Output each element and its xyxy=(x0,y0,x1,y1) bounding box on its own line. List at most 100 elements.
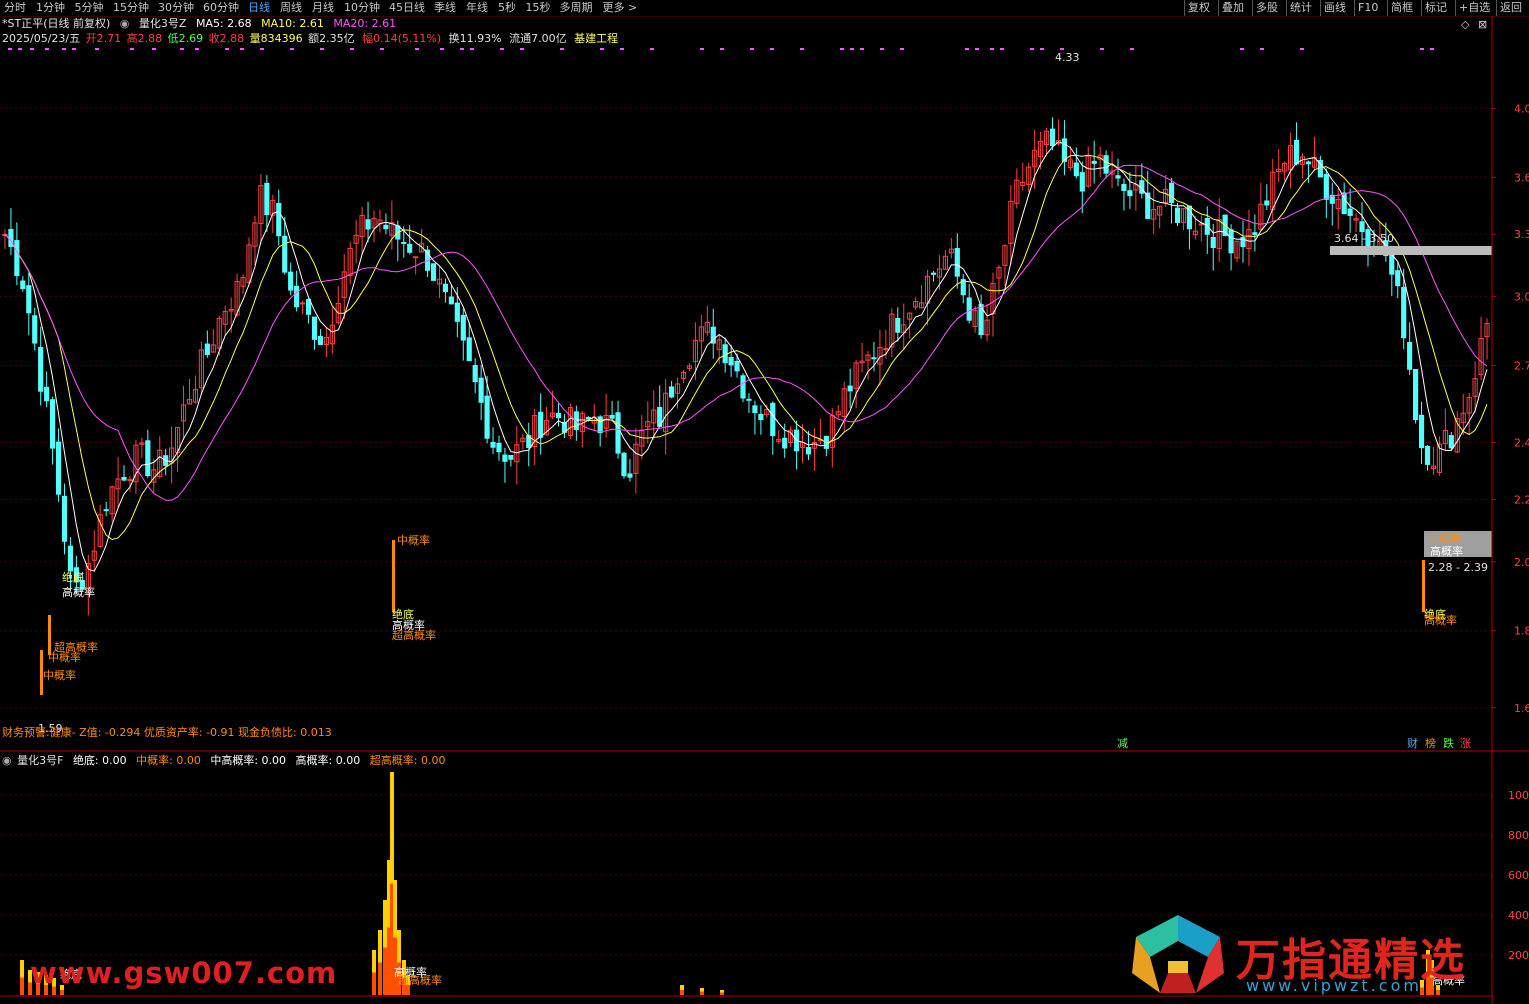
candle-body xyxy=(282,235,288,273)
overlays xyxy=(8,48,1492,695)
candle-body xyxy=(478,377,484,403)
flag-cai[interactable]: 财 xyxy=(1406,737,1419,751)
candle-body xyxy=(484,395,490,439)
signal-zhong-2: 中概率 xyxy=(43,669,76,682)
candle-body xyxy=(1103,155,1109,174)
candle-body xyxy=(1210,237,1216,248)
histogram-bar-lower xyxy=(700,991,704,995)
sub-tick-label-2: 600 xyxy=(1508,869,1529,882)
candle-body xyxy=(1091,160,1097,164)
sub-indicator-name[interactable]: 量化3号F xyxy=(17,754,63,767)
price-tick-label-5: 2.4 xyxy=(1514,437,1529,450)
marker-dot xyxy=(850,48,854,50)
sub-juedi: 绝底: 0.00 xyxy=(72,754,127,767)
candle-body xyxy=(1323,174,1329,200)
candle-body xyxy=(752,405,758,414)
candle-body xyxy=(496,442,502,453)
sub-collapse-icon[interactable]: ◉ xyxy=(2,754,12,767)
price-tick-label-7: 2.0 xyxy=(1514,556,1529,569)
histogram-bar-lower xyxy=(372,972,376,995)
histogram-bar-lower xyxy=(20,977,24,995)
price-tick-label-4: 2.7 xyxy=(1514,359,1529,372)
marker-dot xyxy=(860,48,864,50)
marker-dot xyxy=(720,48,724,50)
sub-tick-label-1: 800 xyxy=(1508,829,1529,842)
marker-dot xyxy=(30,48,34,50)
high-price-label: 4.33 xyxy=(1055,51,1080,64)
candle-body xyxy=(1424,446,1431,465)
sub-zhong: 中概率: 0.00 xyxy=(136,754,201,767)
finance-warning: 财务预警:健康- Z值: -0.294 优质资产率: -0.91 现金负债比: … xyxy=(2,726,332,739)
flag-jian[interactable]: 减 xyxy=(1116,737,1129,751)
candle-body xyxy=(121,476,127,481)
marker-dot xyxy=(700,48,704,50)
kline-chart[interactable]: 4.0 3.6 3.3 3.0 2.7 2.4 2.2 2.0 1.8 1.6 100 800 600 4… xyxy=(0,0,1529,1004)
candle-body xyxy=(1079,172,1085,192)
candle-body xyxy=(1401,286,1407,339)
ma5-line xyxy=(4,141,1488,572)
candle-body xyxy=(597,416,603,434)
price-tick-label-2: 3.3 xyxy=(1514,228,1529,241)
candle-body xyxy=(466,337,472,362)
candle-body xyxy=(734,360,740,372)
candle-body xyxy=(407,243,413,253)
candle-body xyxy=(1073,162,1079,177)
candle-body xyxy=(145,440,151,477)
signal-gao-3: 高概率 xyxy=(1430,545,1463,558)
price-tick-label-0: 4.0 xyxy=(1514,102,1529,115)
candle-body xyxy=(538,411,544,438)
candle-body xyxy=(621,452,627,477)
marker-dot xyxy=(260,48,264,50)
price-tick-label-1: 3.6 xyxy=(1514,171,1529,184)
candle-body xyxy=(1418,414,1425,449)
marker-dot xyxy=(225,48,229,50)
candle-body xyxy=(1347,208,1353,216)
ma10-line xyxy=(4,154,1488,541)
signal-juedi-1: 绝底 xyxy=(62,571,84,584)
zone-box-upper xyxy=(1330,246,1492,255)
candle-body xyxy=(38,347,44,392)
brand-logo-icon xyxy=(1132,915,1224,993)
candle-body xyxy=(609,414,615,419)
candle-body xyxy=(1127,190,1133,197)
candle-body xyxy=(383,224,389,230)
sub-zhonggao: 中高概率: 0.00 xyxy=(210,754,287,767)
marker-dot xyxy=(1130,48,1134,50)
candle-body xyxy=(20,280,26,290)
marker-dot xyxy=(1240,48,1244,50)
candle-body xyxy=(55,441,62,495)
candle-body xyxy=(502,454,508,462)
candle-body xyxy=(615,412,621,454)
chart-grid xyxy=(0,107,1492,956)
moving-averages xyxy=(4,141,1488,572)
candle-body xyxy=(1395,270,1401,287)
sub-tick-label-3: 400 xyxy=(1508,909,1529,922)
zone-label-upper: 3.64 - 3.50 xyxy=(1334,232,1394,245)
marker-dot xyxy=(880,48,884,50)
marker-dot xyxy=(290,48,294,50)
candle-body xyxy=(1448,435,1454,449)
marker-dot xyxy=(520,48,524,50)
candle-body xyxy=(669,386,675,398)
histogram-bar-lower xyxy=(720,992,724,995)
candle-body xyxy=(508,454,514,460)
candle-body xyxy=(782,437,788,449)
candle-body xyxy=(585,416,591,419)
marker-dot xyxy=(8,48,12,50)
marker-dot xyxy=(1030,48,1034,50)
candle-body xyxy=(1168,182,1175,203)
candle-body xyxy=(264,182,270,216)
signal-zhong-4: 中概率 xyxy=(1428,532,1461,545)
flag-zhang[interactable]: 涨 xyxy=(1459,737,1472,751)
marker-dot xyxy=(750,48,754,50)
sub-indicator-header: ◉ 量化3号F 绝底: 0.00 中概率: 0.00 中高概率: 0.00 高概… xyxy=(2,754,451,768)
candle-body xyxy=(1174,207,1181,223)
candle-body xyxy=(44,386,50,402)
marker-dot xyxy=(1040,48,1044,50)
candle-body xyxy=(966,297,972,321)
flag-bang[interactable]: 榜 xyxy=(1424,737,1437,751)
sub-tick-label-4: 200 xyxy=(1508,949,1529,962)
flag-die[interactable]: 跌 xyxy=(1442,737,1455,751)
marker-dot xyxy=(72,48,76,50)
candle-body xyxy=(1121,183,1127,191)
